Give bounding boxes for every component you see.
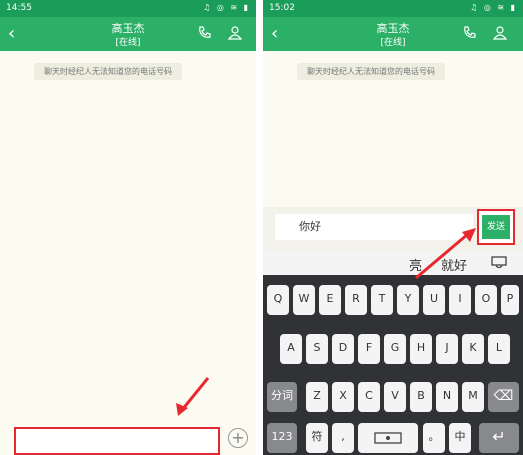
key-b[interactable]: B bbox=[410, 382, 432, 412]
contact-profile-icon[interactable] bbox=[227, 25, 243, 45]
key-space[interactable] bbox=[358, 423, 418, 453]
chat-screen-after: 15:02 ♫ ◎ ≋ ▮ ‹ 高玉杰 [在线] 聊天时经纪人无法知道您的电话号… bbox=[263, 0, 523, 455]
key-o[interactable]: O bbox=[475, 285, 497, 315]
key-backspace[interactable]: ⌫ bbox=[488, 382, 519, 412]
status-time: 14:55 bbox=[6, 3, 32, 13]
contact-status: [在线] bbox=[115, 38, 141, 48]
key-c[interactable]: C bbox=[358, 382, 380, 412]
key-w[interactable]: W bbox=[293, 285, 315, 315]
key-s[interactable]: S bbox=[306, 334, 328, 364]
annotation-arrow bbox=[415, 228, 476, 280]
contact-status: [在线] bbox=[380, 38, 406, 48]
key-f[interactable]: F bbox=[358, 334, 380, 364]
status-bar: 15:02 ♫ ◎ ≋ ▮ bbox=[263, 0, 523, 17]
message-input[interactable] bbox=[14, 427, 220, 455]
key-p[interactable]: P bbox=[501, 285, 519, 315]
key-e[interactable]: E bbox=[319, 285, 341, 315]
key-h[interactable]: H bbox=[410, 334, 432, 364]
key-123[interactable]: 123 bbox=[267, 423, 297, 453]
send-highlight: 发送 bbox=[477, 209, 515, 245]
key-x[interactable]: X bbox=[332, 382, 354, 412]
contact-profile-icon[interactable] bbox=[492, 25, 508, 45]
key-a[interactable]: A bbox=[280, 334, 302, 364]
chat-header: ‹ 高玉杰 [在线] bbox=[0, 17, 256, 51]
key-l[interactable]: L bbox=[488, 334, 510, 364]
phone-icon[interactable] bbox=[197, 25, 213, 45]
suggestion-bar: 亮 就好 bbox=[263, 251, 523, 275]
status-time: 15:02 bbox=[269, 3, 295, 13]
key-comma[interactable]: , bbox=[332, 423, 354, 453]
key-symbols[interactable]: 符 bbox=[306, 423, 328, 453]
contact-name: 高玉杰 bbox=[111, 22, 145, 35]
key-g[interactable]: G bbox=[384, 334, 406, 364]
send-button[interactable]: 发送 bbox=[482, 215, 510, 239]
key-z[interactable]: Z bbox=[306, 382, 328, 412]
key-period[interactable]: 。 bbox=[423, 423, 445, 453]
key-chinese[interactable]: 中 bbox=[449, 423, 471, 453]
key-v[interactable]: V bbox=[384, 382, 406, 412]
key-fenci[interactable]: 分词 bbox=[267, 382, 297, 412]
keyboard: 亮 就好 Q W E R T Y U I O P A S D F G H J K… bbox=[263, 251, 523, 455]
status-icons: ♫ ◎ ≋ ▮ bbox=[203, 3, 250, 12]
status-icons: ♫ ◎ ≋ ▮ bbox=[470, 3, 517, 12]
key-u[interactable]: U bbox=[423, 285, 445, 315]
key-r[interactable]: R bbox=[345, 285, 367, 315]
privacy-notice: 聊天时经纪人无法知道您的电话号码 bbox=[34, 63, 182, 80]
annotation-arrow bbox=[176, 377, 210, 416]
chat-screen-before: 14:55 ♫ ◎ ≋ ▮ ‹ 高玉杰 [在线] 聊天时经纪人无法知道您的电话号… bbox=[0, 0, 256, 455]
key-n[interactable]: N bbox=[436, 382, 458, 412]
keyboard-hide-icon[interactable] bbox=[491, 256, 507, 271]
status-bar: 14:55 ♫ ◎ ≋ ▮ bbox=[0, 0, 256, 17]
key-k[interactable]: K bbox=[462, 334, 484, 364]
chat-header: ‹ 高玉杰 [在线] bbox=[263, 17, 523, 51]
key-m[interactable]: M bbox=[462, 382, 484, 412]
key-i[interactable]: I bbox=[449, 285, 471, 315]
phone-icon[interactable] bbox=[462, 25, 478, 45]
plus-icon[interactable]: + bbox=[228, 428, 248, 448]
key-q[interactable]: Q bbox=[267, 285, 289, 315]
privacy-notice: 聊天时经纪人无法知道您的电话号码 bbox=[297, 63, 445, 80]
key-t[interactable]: T bbox=[371, 285, 393, 315]
key-j[interactable]: J bbox=[436, 334, 458, 364]
key-enter[interactable]: ↵ bbox=[479, 423, 519, 453]
key-y[interactable]: Y bbox=[397, 285, 419, 315]
key-d[interactable]: D bbox=[332, 334, 354, 364]
contact-name: 高玉杰 bbox=[376, 22, 410, 35]
